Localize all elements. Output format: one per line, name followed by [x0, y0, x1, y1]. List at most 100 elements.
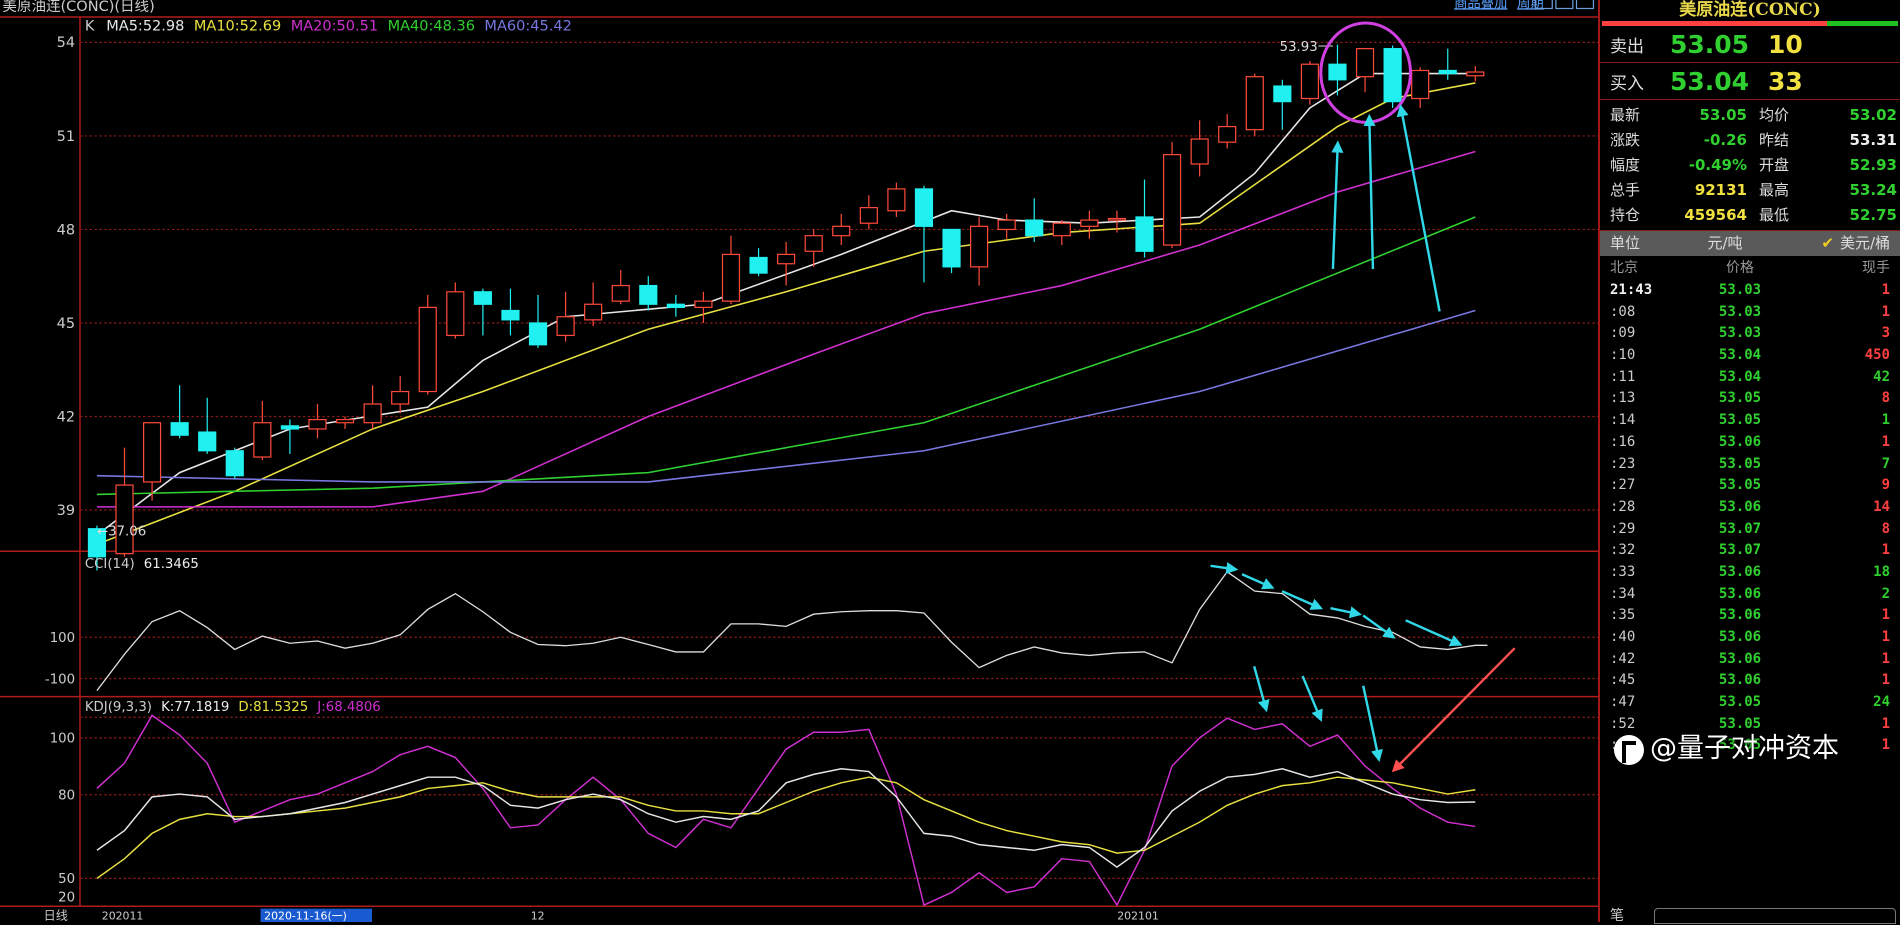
candle-body — [1411, 69, 1430, 100]
candle-body — [1355, 48, 1375, 78]
trade-price: 53.06 — [1718, 607, 1762, 624]
bottom-tab-label[interactable]: 笔 — [1610, 905, 1624, 925]
col-hand: 现手 — [1862, 260, 1890, 276]
unit-option-yuan-ton[interactable]: 元/吨 — [1670, 231, 1780, 256]
trade-row: 21:43 53.03 1 — [1600, 280, 1900, 302]
candle-body — [1438, 69, 1457, 75]
trade-row: :27 53.05 9 — [1600, 475, 1900, 497]
stat-label: 最新 — [1610, 106, 1641, 124]
stat-value: 459564 — [1684, 206, 1747, 224]
xaxis-label-202101: 202101 — [1117, 910, 1159, 922]
candle-body — [225, 450, 244, 477]
trade-time: :27 — [1610, 477, 1636, 494]
trade-price: 53.07 — [1718, 520, 1762, 537]
stat-label: 昨结 — [1759, 131, 1790, 149]
cci-label: CCI(14) — [85, 557, 135, 572]
trade-price: 53.03 — [1718, 303, 1762, 320]
kdj-tick-50: 50 — [58, 872, 75, 887]
candle-body — [749, 256, 768, 274]
trade-hand: 1 — [1881, 282, 1890, 298]
unit-option-usd-barrel-label: 美元/桶 — [1839, 234, 1890, 252]
trade-row: :14 53.05 1 — [1600, 410, 1900, 432]
trades-list[interactable]: 21:43 53.03 1:08 53.03 1:09 53.03 3:10 53.04 450… — [1600, 280, 1900, 757]
trade-row: :47 53.05 24 — [1600, 692, 1900, 714]
trade-price: 53.03 — [1718, 325, 1762, 342]
trade-hand: 9 — [1881, 477, 1890, 494]
candle — [225, 447, 244, 479]
trade-row: :34 53.06 2 — [1600, 584, 1900, 606]
candle-body — [1190, 138, 1209, 165]
stat-value: 53.31 — [1849, 131, 1897, 149]
candle-body — [611, 284, 630, 302]
check-icon: ✔ — [1821, 234, 1834, 252]
candle-body — [1162, 154, 1182, 246]
trade-price: 53.05 — [1718, 455, 1762, 472]
candle-body — [1383, 48, 1402, 103]
trade-row: :28 53.06 14 — [1600, 497, 1900, 519]
trade-row: :11 53.04 42 — [1600, 367, 1900, 389]
unit-option-usd-barrel[interactable]: ✔ 美元/桶 — [1780, 231, 1900, 256]
candle-body — [639, 284, 658, 305]
candle-body — [942, 228, 961, 268]
trade-row: :33 53.06 18 — [1600, 562, 1900, 584]
stat-value: 53.24 — [1849, 181, 1897, 199]
trade-hand: 42 — [1873, 368, 1890, 385]
trade-time: :40 — [1610, 629, 1636, 645]
candle-body — [308, 418, 327, 430]
sell-quote: 卖出 53.05 10 — [1600, 26, 1900, 63]
stat-label: 幅度 — [1610, 156, 1641, 174]
candle — [1162, 142, 1182, 249]
kdj-legend: KDJ(9,3,3) K:77.1819 D:81.5325 J:68.4806 — [85, 700, 381, 715]
candle-body — [473, 291, 492, 305]
trade-hand: 7 — [1881, 455, 1890, 472]
trade-time: :09 — [1610, 325, 1636, 342]
trade-time: :11 — [1610, 368, 1636, 385]
candle-body — [1052, 222, 1071, 237]
candle-body — [556, 316, 575, 337]
candle-body — [1025, 219, 1044, 237]
ma20-label: MA20:50.51 — [291, 18, 378, 34]
trade-hand: 450 — [1864, 347, 1890, 364]
candle-body — [997, 219, 1016, 231]
trade-price: 53.05 — [1718, 477, 1762, 494]
stat-label: 最低 — [1759, 206, 1790, 224]
trade-price: 53.05 — [1718, 390, 1762, 407]
link-period[interactable]: 周期 — [1517, 0, 1544, 11]
candle-body — [1300, 63, 1319, 100]
unit-selector[interactable]: 单位 元/吨 ✔ 美元/桶 — [1600, 231, 1900, 256]
trade-hand: 18 — [1873, 563, 1890, 580]
kline-chart[interactable]: 美原油连(CONC)(日线) 商品叠加 周期 54 51 48 45 42 39 K MA… — [0, 0, 1600, 922]
stat-value: 53.05 — [1699, 106, 1747, 124]
stat-value: -0.49% — [1688, 156, 1747, 174]
candle-body — [170, 422, 189, 436]
sell-label: 卖出 — [1610, 36, 1644, 57]
candle-body — [418, 306, 437, 393]
trade-price: 53.06 — [1718, 629, 1762, 645]
trade-hand: 8 — [1881, 520, 1890, 537]
price-tick: 45 — [57, 316, 75, 332]
trade-time: :16 — [1610, 433, 1636, 450]
trade-price: 53.06 — [1718, 433, 1762, 450]
candle-body — [859, 207, 878, 224]
weibo-logo-icon — [1614, 734, 1644, 765]
trade-hand: 1 — [1881, 629, 1890, 645]
quote-panel: 美原油连(CONC) 卖出 53.05 10 买入 53.04 33 最新 53.… — [1598, 0, 1900, 925]
candle-body — [198, 431, 217, 452]
trade-time: :32 — [1610, 542, 1636, 559]
price-tick: 48 — [57, 222, 75, 238]
trade-hand: 1 — [1881, 650, 1890, 667]
trade-time: :47 — [1610, 694, 1636, 711]
trade-row: :42 53.06 1 — [1600, 649, 1900, 671]
trade-time: :35 — [1610, 607, 1636, 624]
trade-price: 53.06 — [1718, 563, 1762, 580]
candle — [1245, 73, 1264, 136]
link-overlay[interactable]: 商品叠加 — [1454, 0, 1507, 11]
col-time: 北京 — [1610, 260, 1638, 276]
trade-row: :35 53.06 1 — [1600, 605, 1900, 627]
stats-table: 最新 53.05 均价 53.02 涨跌 -0.26 昨结 53.31 幅度 -0.49% 开盘 52… — [1600, 100, 1900, 231]
candle-body — [694, 300, 713, 308]
candle-body — [666, 303, 685, 308]
candle-body — [142, 422, 162, 483]
trade-row: :29 53.07 8 — [1600, 519, 1900, 541]
candle-body — [115, 484, 134, 555]
